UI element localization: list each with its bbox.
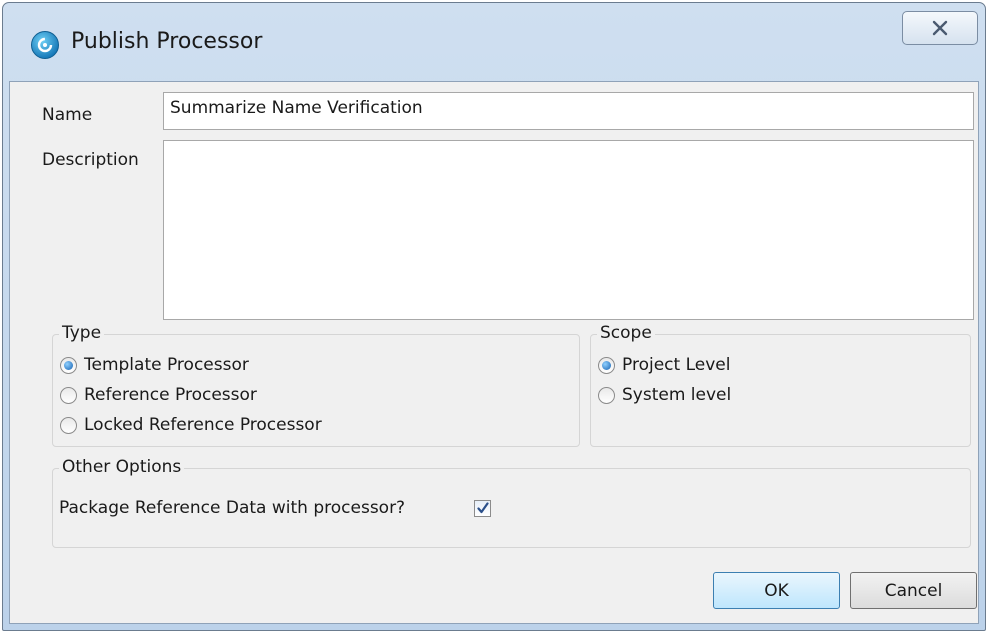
checkmark-icon <box>477 502 489 514</box>
other-options-title: Other Options <box>59 457 185 477</box>
title-bar[interactable]: Publish Processor <box>3 3 985 81</box>
name-input[interactable]: Summarize Name Verification <box>163 92 974 130</box>
cancel-button[interactable]: Cancel <box>850 572 977 609</box>
radio-label: Locked Reference Processor <box>84 415 322 435</box>
scope-group-title: Scope <box>597 323 655 343</box>
radio-label: System level <box>622 385 732 405</box>
radio-button[interactable] <box>598 386 615 404</box>
close-button[interactable] <box>902 11 978 45</box>
package-reference-checkbox[interactable] <box>474 500 491 517</box>
name-value: Summarize Name Verification <box>170 98 423 118</box>
radio-system-level[interactable]: System level <box>598 383 731 407</box>
radio-locked-reference-processor[interactable]: Locked Reference Processor <box>60 413 322 437</box>
radio-reference-processor[interactable]: Reference Processor <box>60 383 257 407</box>
radio-project-level[interactable]: Project Level <box>598 353 730 377</box>
description-label: Description <box>42 150 139 170</box>
radio-label: Reference Processor <box>84 385 257 405</box>
radio-label: Project Level <box>622 355 731 375</box>
close-icon <box>932 20 948 36</box>
radio-button[interactable] <box>598 356 615 374</box>
app-logo-icon <box>31 31 59 59</box>
radio-button[interactable] <box>60 416 77 434</box>
radio-template-processor[interactable]: Template Processor <box>60 353 249 377</box>
publish-processor-dialog: Publish Processor Name Summarize Name Ve… <box>2 2 986 631</box>
description-textarea[interactable] <box>163 140 974 320</box>
radio-label: Template Processor <box>84 355 249 375</box>
ok-button[interactable]: OK <box>713 572 840 609</box>
radio-button[interactable] <box>60 386 77 404</box>
radio-button[interactable] <box>60 356 77 374</box>
type-group-title: Type <box>59 323 105 343</box>
dialog-title: Publish Processor <box>71 29 263 54</box>
name-label: Name <box>42 105 93 125</box>
package-reference-label: Package Reference Data with processor? <box>59 498 406 518</box>
scope-group: Scope Project Level System level <box>590 323 971 447</box>
other-options-group: Other Options Package Reference Data wit… <box>52 457 971 548</box>
dialog-body: Name Summarize Name Verification Descrip… <box>9 81 979 624</box>
type-group: Type Template Processor Reference Proces… <box>52 323 580 447</box>
